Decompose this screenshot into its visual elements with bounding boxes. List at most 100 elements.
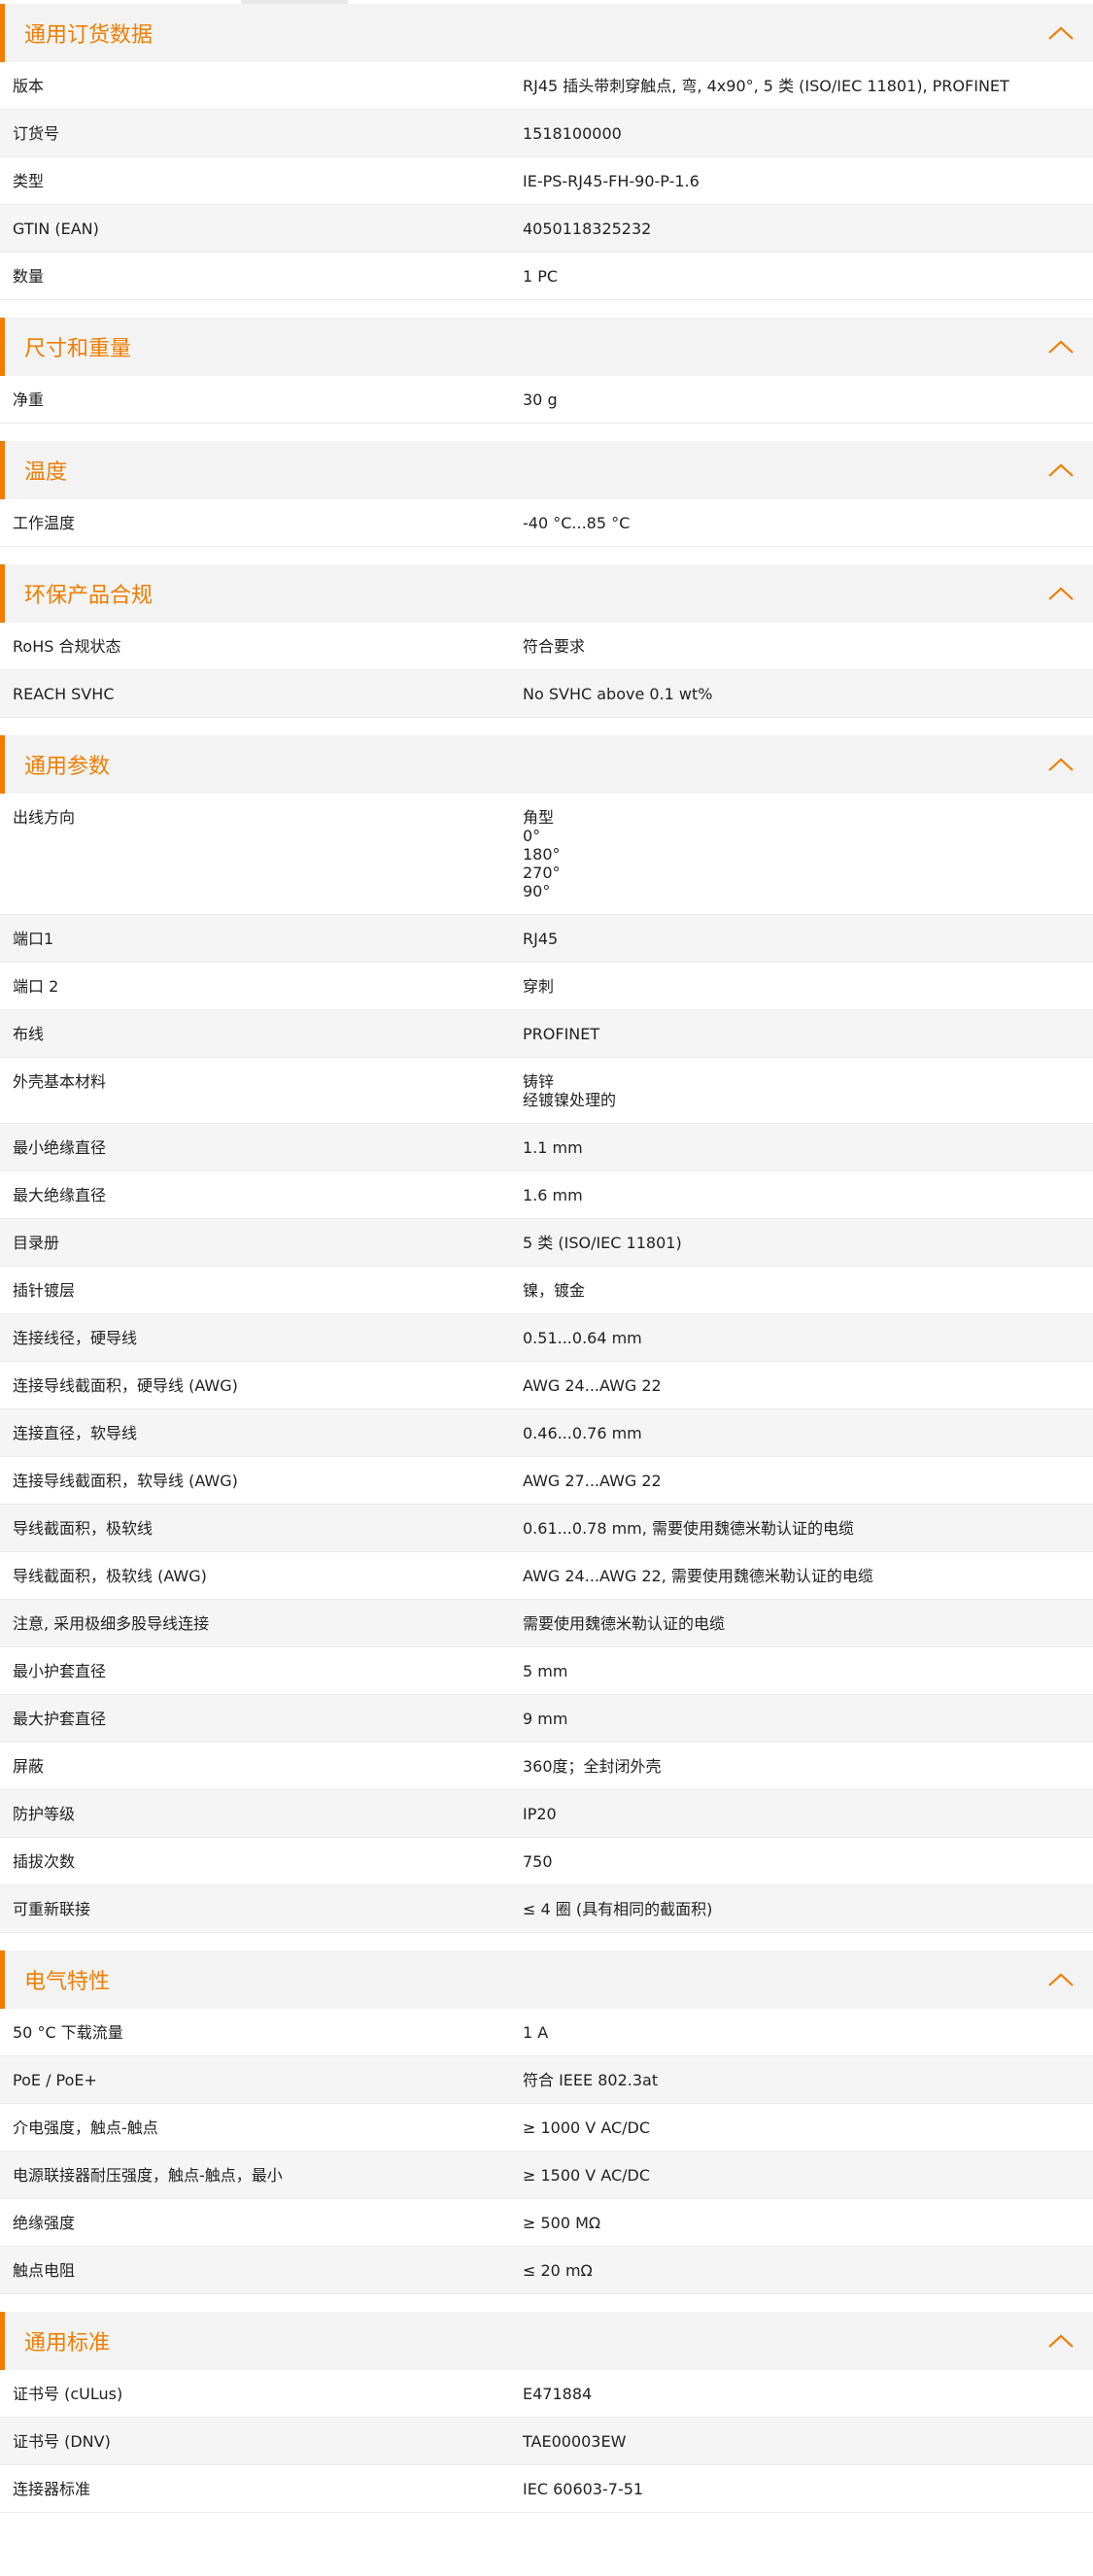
chevron-up-icon[interactable]	[1046, 23, 1076, 43]
spec-row: 数量 1 PC	[0, 253, 1093, 300]
spec-value: 镍，镀金	[523, 1281, 1093, 1300]
spec-value: IP20	[523, 1805, 1093, 1823]
spec-section: 通用订货数据 版本 RJ45 插头带刺穿触点, 弯, 4x90°, 5 类 (ISO…	[0, 4, 1093, 300]
spec-value-line: 1 PC	[523, 267, 559, 286]
spec-value: 铸锌 经镀镍处理的	[523, 1072, 1093, 1109]
spec-value: 30 g	[523, 390, 1093, 409]
spec-label: 端口 2	[13, 977, 59, 996]
spec-section: 通用参数 出线方向 角型 0° 180° 270° 90° 端口1 RJ45 端口 2 穿刺 布线 PR…	[0, 735, 1093, 1933]
top-tab-edge	[241, 0, 348, 4]
spec-section: 环保产品合规 RoHS 合规状态 符合要求 REACH SVHC No SVHC abo…	[0, 564, 1093, 718]
spec-label: 出线方向	[13, 808, 76, 827]
spec-row: 净重 30 g	[0, 376, 1093, 424]
top-edge	[0, 0, 1093, 4]
spec-row: 绝缘强度 ≥ 500 MΩ	[0, 2199, 1093, 2247]
spec-row: 连接线径，硬导线 0.51...0.64 mm	[0, 1314, 1093, 1362]
section-header[interactable]: 通用参数	[0, 735, 1093, 794]
spec-value-line: 30 g	[523, 390, 558, 409]
spec-row: 连接直径，软导线 0.46...0.76 mm	[0, 1409, 1093, 1457]
spec-row: 最小绝缘直径 1.1 mm	[0, 1124, 1093, 1171]
spec-value-line: IP20	[523, 1805, 557, 1823]
spec-label: 外壳基本材料	[13, 1072, 107, 1091]
spec-label: 最大绝缘直径	[13, 1186, 107, 1204]
spec-label: 工作温度	[13, 514, 76, 532]
spec-row: PoE / PoE+ 符合 IEEE 802.3at	[0, 2056, 1093, 2104]
spec-row: 50 °C 下载流量 1 A	[0, 2009, 1093, 2056]
spec-label: 证书号 (DNV)	[13, 2432, 111, 2451]
spec-section: 电气特性 50 °C 下载流量 1 A PoE / PoE+ 符合 IEEE 802.3…	[0, 1950, 1093, 2294]
section-title: 尺寸和重量	[24, 337, 132, 361]
spec-label: 插针镀层	[13, 1281, 76, 1300]
spec-value: E471884	[523, 2385, 1093, 2403]
spec-value: 穿刺	[523, 977, 1093, 996]
section-title: 环保产品合规	[24, 584, 154, 608]
spec-row: 屏蔽 360度；全封闭外壳	[0, 1743, 1093, 1790]
section-header[interactable]: 通用订货数据	[0, 4, 1093, 62]
spec-value-line: 0.46...0.76 mm	[523, 1424, 642, 1442]
spec-row: 导线截面积，极软线 0.61...0.78 mm, 需要使用魏德米勒认证的电缆	[0, 1505, 1093, 1552]
spec-value: PROFINET	[523, 1025, 1093, 1043]
spec-value-line: IEC 60603-7-51	[523, 2480, 644, 2498]
spec-row: 电源联接器耐压强度，触点-触点，最小 ≥ 1500 V AC/DC	[0, 2152, 1093, 2199]
spec-label: 布线	[13, 1025, 45, 1043]
spec-label: 可重新联接	[13, 1900, 91, 1918]
section-title: 通用参数	[24, 755, 111, 779]
spec-label: 端口1	[13, 930, 54, 948]
spec-row: 连接导线截面积，软导线 (AWG) AWG 27...AWG 22	[0, 1457, 1093, 1505]
spec-value-line: 角型	[523, 808, 555, 827]
spec-row: 可重新联接 ≤ 4 圈 (具有相同的截面积)	[0, 1885, 1093, 1933]
spec-value: 1.6 mm	[523, 1186, 1093, 1204]
spec-value-line: 4050118325232	[523, 220, 652, 238]
spec-label: 屏蔽	[13, 1757, 45, 1776]
section-header[interactable]: 尺寸和重量	[0, 318, 1093, 376]
spec-label: REACH SVHC	[13, 685, 115, 703]
chevron-up-icon[interactable]	[1046, 755, 1076, 774]
spec-label: 防护等级	[13, 1805, 76, 1823]
spec-section: 温度 工作温度 -40 °C...85 °C	[0, 441, 1093, 547]
spec-label: 连接导线截面积，软导线 (AWG)	[13, 1472, 238, 1490]
spec-section: 通用标准 证书号 (cULus) E471884 证书号 (DNV) TAE00003E…	[0, 2312, 1093, 2513]
spec-label: 数量	[13, 267, 45, 286]
spec-row: 触点电阻 ≤ 20 mΩ	[0, 2247, 1093, 2294]
chevron-up-icon[interactable]	[1046, 2331, 1076, 2351]
section-header[interactable]: 电气特性	[0, 1950, 1093, 2009]
spec-row: 防护等级 IP20	[0, 1790, 1093, 1838]
spec-value: ≥ 1500 V AC/DC	[523, 2166, 1093, 2185]
spec-value: IE-PS-RJ45-FH-90-P-1.6	[523, 172, 1093, 190]
spec-row: 外壳基本材料 铸锌 经镀镍处理的	[0, 1058, 1093, 1124]
spec-value-line: 需要使用魏德米勒认证的电缆	[523, 1614, 726, 1633]
spec-value-line: 符合 IEEE 802.3at	[523, 2071, 659, 2089]
spec-label: 版本	[13, 77, 45, 95]
spec-value-line: AWG 24...AWG 22	[523, 1376, 662, 1395]
spec-value: 360度；全封闭外壳	[523, 1757, 1093, 1776]
spec-value-line: 符合要求	[523, 637, 586, 656]
spec-row: 连接器标准 IEC 60603-7-51	[0, 2465, 1093, 2513]
spec-value-line: 1.6 mm	[523, 1186, 583, 1204]
section-title: 温度	[24, 460, 68, 485]
spec-value: 1 A	[523, 2023, 1093, 2042]
spec-value-line: ≥ 500 MΩ	[523, 2214, 601, 2232]
spec-row: 注意, 采用极细多股导线连接 需要使用魏德米勒认证的电缆	[0, 1600, 1093, 1647]
spec-row: 插拔次数 750	[0, 1838, 1093, 1885]
spec-value: AWG 24...AWG 22	[523, 1376, 1093, 1395]
spec-label: 连接直径，软导线	[13, 1424, 138, 1442]
spec-value-line: RJ45	[523, 930, 559, 948]
chevron-up-icon[interactable]	[1046, 1970, 1076, 1989]
spec-value: AWG 27...AWG 22	[523, 1472, 1093, 1490]
chevron-up-icon[interactable]	[1046, 460, 1076, 480]
section-header[interactable]: 环保产品合规	[0, 564, 1093, 623]
spec-row: 连接导线截面积，硬导线 (AWG) AWG 24...AWG 22	[0, 1362, 1093, 1409]
spec-row: 端口 2 穿刺	[0, 963, 1093, 1010]
section-header[interactable]: 通用标准	[0, 2312, 1093, 2370]
spec-label: GTIN (EAN)	[13, 220, 99, 238]
spec-value-line: 穿刺	[523, 977, 555, 996]
section-header[interactable]: 温度	[0, 441, 1093, 499]
spec-value-line: 9 mm	[523, 1710, 568, 1728]
spec-label: 50 °C 下载流量	[13, 2023, 123, 2042]
spec-label: RoHS 合规状态	[13, 637, 121, 656]
spec-value-line: 1518100000	[523, 124, 622, 143]
chevron-up-icon[interactable]	[1046, 337, 1076, 356]
chevron-up-icon[interactable]	[1046, 584, 1076, 603]
spec-value: ≥ 500 MΩ	[523, 2214, 1093, 2232]
spec-value-line: ≥ 1500 V AC/DC	[523, 2166, 651, 2185]
